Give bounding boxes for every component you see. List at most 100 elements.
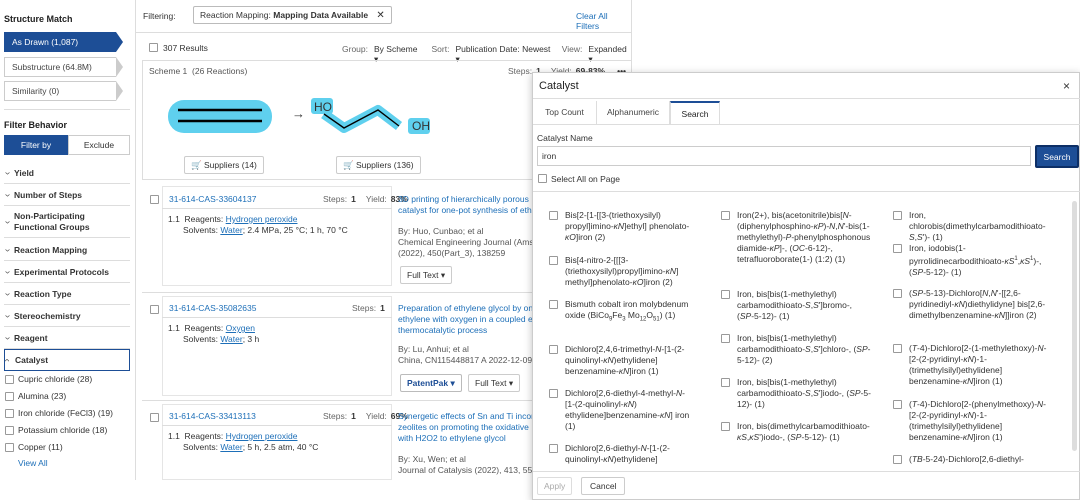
facet-reagent[interactable]: Reagent	[4, 328, 130, 349]
checkbox[interactable]	[893, 344, 902, 353]
result-item[interactable]: Dichloro[2,6-diethyl-4-methyl-N-[1-(2-qu…	[549, 388, 694, 432]
catalyst-search-input[interactable]	[537, 146, 1031, 166]
checkbox[interactable]	[5, 425, 14, 435]
full-text-button[interactable]: Full Text ▾	[400, 266, 453, 284]
similarity-option[interactable]: Similarity (0)	[4, 81, 123, 101]
dialog-title: Catalyst	[539, 80, 579, 92]
article-title-link[interactable]: Synergetic effects of Sn and Ti incorp ze…	[398, 411, 539, 444]
checkbox[interactable]	[5, 374, 14, 384]
reaction-conditions: 1.1 Reagents: Oxygen Solvents: Water; 3 …	[168, 323, 260, 344]
as-drawn-option[interactable]: As Drawn (1,087)	[4, 32, 123, 52]
tab-search[interactable]: Search	[670, 101, 720, 125]
checkbox[interactable]	[549, 389, 558, 398]
reaction-id-link[interactable]: 31-614-CAS-35082635	[169, 303, 256, 313]
tab-top-count[interactable]: Top Count	[533, 101, 597, 125]
tab-alphanumeric[interactable]: Alphanumeric	[597, 101, 670, 125]
exclude-button[interactable]: Exclude	[68, 135, 130, 155]
result-item[interactable]: Iron, bis[bis(1-methylethyl) carbamodith…	[721, 333, 871, 366]
article-title-link[interactable]: 3D printing of hierarchically porous cata…	[398, 194, 532, 216]
result-item[interactable]: Iron, iodobis(1-pyrrolidinecarbodithioat…	[893, 243, 1053, 278]
view-all-link[interactable]: View All	[18, 458, 48, 468]
catalyst-option[interactable]: Copper (11)	[5, 442, 63, 452]
close-icon[interactable]: ×	[1063, 79, 1070, 93]
row-checkbox[interactable]	[150, 195, 159, 204]
checkbox[interactable]	[893, 211, 902, 220]
search-button[interactable]: Search	[1035, 145, 1079, 168]
filter-by-button[interactable]: Filter by	[4, 135, 68, 155]
catalyst-option[interactable]: Alumina (23)	[5, 391, 66, 401]
checkbox[interactable]	[893, 455, 902, 464]
result-item[interactable]: Bismuth cobalt iron molybdenum oxide (Bi…	[549, 299, 694, 326]
result-item[interactable]: (SP-5-13)-Dichloro[N,N'-[[2,6-pyridinedi…	[893, 288, 1053, 321]
result-item[interactable]: Iron(2+), bis(acetonitrile)bis[N-(diphen…	[721, 210, 871, 265]
reaction-conditions: 1.1 Reagents: Hydrogen peroxide Solvents…	[168, 214, 348, 235]
result-item[interactable]: Dichloro[2,4,6-trimethyl-N-[1-(2-quinoli…	[549, 344, 694, 377]
cancel-button[interactable]: Cancel	[581, 477, 626, 495]
facet-experimental-protocols[interactable]: Experimental Protocols	[4, 262, 130, 283]
row-checkbox[interactable]	[150, 413, 159, 422]
checkbox[interactable]	[549, 444, 558, 453]
oh-label: OH	[412, 119, 430, 133]
scrollbar[interactable]	[1072, 201, 1077, 451]
row-checkbox[interactable]	[150, 305, 159, 314]
catalyst-option[interactable]: Potassium chloride (18)	[5, 425, 107, 435]
active-filter-chip[interactable]: Reaction Mapping: Mapping Data Available…	[193, 6, 392, 24]
reaction-arrow: →	[292, 106, 305, 121]
result-item[interactable]: Iron, bis(dimethylcarbamodithioato-κS,κS…	[721, 421, 871, 443]
facet-catalyst[interactable]: Catalyst	[4, 349, 130, 371]
facet-stereochemistry[interactable]: Stereochemistry	[4, 306, 130, 327]
result-item[interactable]: (T-4)-Dichloro[2-(1-methylethoxy)-N-[2-(…	[893, 343, 1053, 387]
facet-reaction-type[interactable]: Reaction Type	[4, 284, 130, 305]
facet-reaction-mapping[interactable]: Reaction Mapping	[4, 240, 130, 261]
checkbox[interactable]	[549, 256, 558, 265]
checkbox[interactable]	[893, 289, 902, 298]
checkbox[interactable]	[5, 391, 14, 401]
substructure-option[interactable]: Substructure (64.8M)	[4, 57, 123, 77]
close-icon[interactable]: ✕	[376, 10, 384, 21]
result-item[interactable]: Bis[4-nitro-2-[[[3-(triethoxysilyl)propy…	[549, 255, 694, 288]
catalyst-option[interactable]: Iron chloride (FeCl3) (19)	[5, 408, 113, 418]
checkbox[interactable]	[5, 442, 14, 452]
select-all-label: Select All on Page	[551, 174, 620, 184]
checkbox[interactable]	[549, 300, 558, 309]
reaction-summary: Steps: 1	[352, 303, 385, 313]
checkbox[interactable]	[893, 400, 902, 409]
suppliers-button[interactable]: 🛒 Suppliers (136)	[336, 156, 421, 174]
result-item[interactable]: Iron, bis[bis(1-methylethyl) carbamodith…	[721, 377, 871, 410]
result-item[interactable]: Dichloro[2,6-diethyl-N-[1-(2-quinolinyl-…	[549, 443, 694, 465]
select-all-checkbox[interactable]	[538, 174, 547, 183]
reaction-scheme-drawing	[168, 98, 430, 134]
checkbox[interactable]	[721, 334, 730, 343]
full-text-button[interactable]: Full Text ▾	[468, 374, 521, 392]
catalyst-option[interactable]: Cupric chloride (28)	[5, 374, 92, 384]
result-item[interactable]: Bis[2-[1-[[3-(triethoxysilyl) propyl]imi…	[549, 210, 694, 243]
facet-number-of-steps[interactable]: Number of Steps	[4, 185, 130, 206]
result-item[interactable]: (T-4)-Dichloro[2-(phenylmethoxy)-N-[2-(2…	[893, 399, 1053, 443]
reaction-id-link[interactable]: 31-614-CAS-33413113	[169, 411, 256, 421]
apply-button[interactable]: Apply	[537, 477, 573, 495]
select-all-checkbox[interactable]	[149, 43, 158, 52]
checkbox[interactable]	[549, 211, 558, 220]
checkbox[interactable]	[893, 244, 902, 253]
reaction-summary: Steps: 1 Yield: 83%	[323, 194, 408, 204]
clear-all-filters-link[interactable]: Clear All Filters	[576, 11, 631, 31]
result-item[interactable]: Iron, chlorobis(dimethylcarbamodithioato…	[893, 210, 1053, 243]
structure-match-title: Structure Match	[4, 14, 73, 24]
checkbox[interactable]	[549, 345, 558, 354]
checkbox[interactable]	[721, 211, 730, 220]
result-item[interactable]: (TB-5-24)-Dichloro[2,6-diethyl-	[893, 454, 1053, 465]
checkbox[interactable]	[721, 290, 730, 299]
checkbox[interactable]	[5, 408, 14, 418]
checkbox[interactable]	[721, 378, 730, 387]
ho-label: HO	[314, 100, 332, 114]
suppliers-button[interactable]: 🛒 Suppliers (14)	[184, 156, 264, 174]
checkbox[interactable]	[721, 422, 730, 431]
result-item[interactable]: Iron, bis[bis(1-methylethyl) carbamodith…	[721, 289, 871, 322]
article-title-link[interactable]: Preparation of ethylene glycol by on ethy…	[398, 303, 535, 336]
article-citation: By: Xu, Wen; et al Journal of Catalysis (…	[398, 454, 545, 475]
facet-yield[interactable]: Yield	[4, 163, 130, 184]
reaction-id-link[interactable]: 31-614-CAS-33604137	[169, 194, 256, 204]
facet-non-participating-groups[interactable]: Non-Participating Functional Groups	[4, 207, 130, 238]
results-count: 307 Results	[163, 43, 208, 53]
patentpak-button[interactable]: PatentPak ▾	[400, 374, 462, 392]
